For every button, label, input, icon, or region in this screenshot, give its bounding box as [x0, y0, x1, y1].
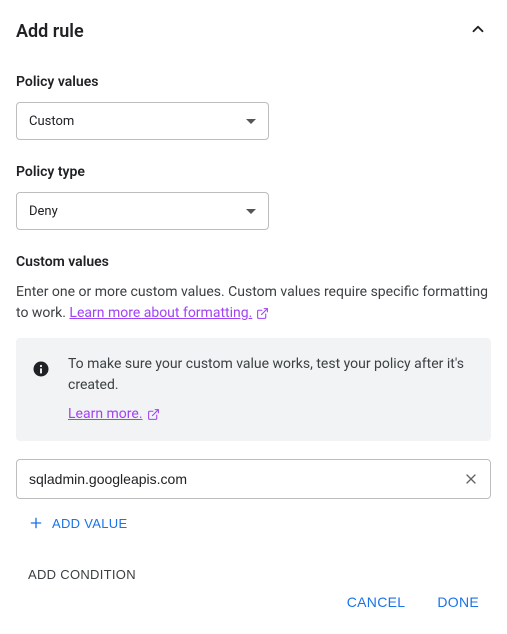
info-callout: To make sure your custom value works, te… [16, 338, 491, 441]
custom-value-input-wrap [16, 459, 491, 499]
custom-values-label: Custom values [16, 254, 491, 270]
plus-icon [28, 515, 44, 531]
footer-actions: CANCEL DONE [335, 586, 491, 618]
policy-values-section: Policy values Custom [16, 74, 491, 140]
external-link-icon [147, 408, 160, 421]
policy-type-label: Policy type [16, 164, 491, 180]
policy-type-section: Policy type Deny [16, 164, 491, 230]
policy-values-selected: Custom [29, 114, 74, 129]
info-icon [32, 354, 50, 425]
policy-type-select[interactable]: Deny [16, 192, 269, 230]
external-link-icon [256, 307, 269, 320]
cancel-button[interactable]: CANCEL [335, 586, 418, 618]
chevron-up-icon [469, 20, 487, 38]
policy-values-select[interactable]: Custom [16, 102, 269, 140]
collapse-button[interactable] [465, 16, 491, 46]
add-condition-button[interactable]: ADD CONDITION [16, 561, 148, 588]
custom-values-section: Custom values Enter one or more custom v… [16, 254, 491, 561]
custom-value-input[interactable] [16, 459, 491, 499]
learn-more-formatting-link[interactable]: Learn more about formatting. [69, 303, 269, 324]
learn-more-callout-link[interactable]: Learn more. [68, 404, 160, 425]
add-value-button[interactable]: ADD VALUE [16, 509, 139, 537]
policy-values-label: Policy values [16, 74, 491, 90]
done-button[interactable]: DONE [425, 586, 491, 618]
panel-title: Add rule [16, 21, 84, 42]
policy-type-selected: Deny [29, 204, 58, 219]
dropdown-arrow-icon [246, 209, 256, 214]
custom-values-description: Enter one or more custom values. Custom … [16, 282, 491, 324]
panel-header: Add rule [16, 16, 491, 46]
dropdown-arrow-icon [246, 119, 256, 124]
clear-input-button[interactable] [455, 463, 487, 495]
close-icon [463, 471, 479, 487]
callout-message: To make sure your custom value works, te… [68, 354, 475, 396]
add-value-label: ADD VALUE [52, 516, 127, 531]
